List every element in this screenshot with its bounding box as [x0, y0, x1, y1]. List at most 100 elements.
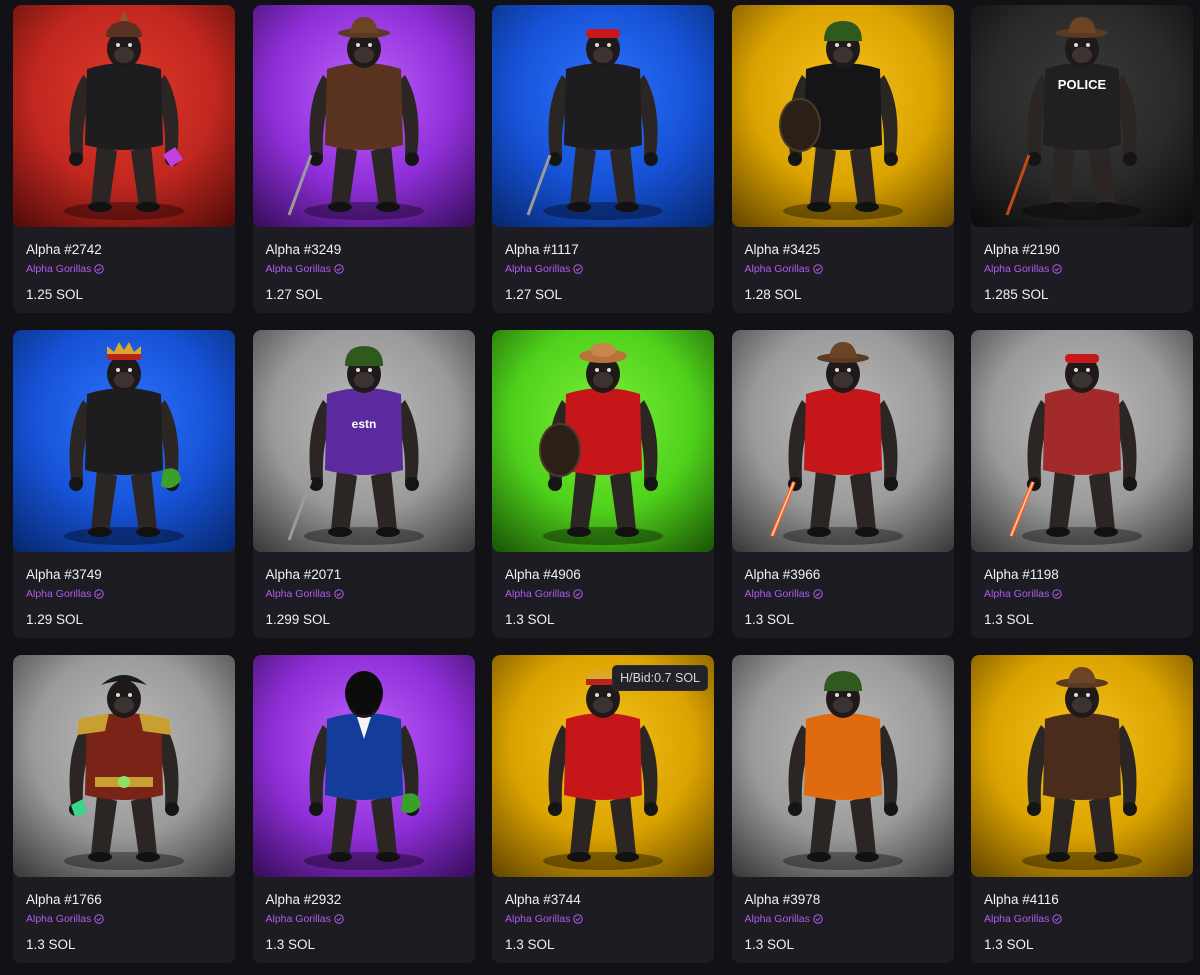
nft-price: 1.29 SOL	[26, 612, 84, 627]
nft-price: 1.299 SOL	[265, 612, 331, 627]
nft-image[interactable]	[252, 5, 475, 227]
verified-badge-icon	[334, 914, 344, 924]
nft-card[interactable]: Alpha #1198 Alpha Gorillas 1.3 SOL	[971, 330, 1193, 638]
nft-name: Alpha #4906	[505, 567, 581, 582]
collection-link[interactable]: Alpha Gorillas	[26, 912, 222, 926]
collection-link[interactable]: Alpha Gorillas	[26, 587, 222, 601]
collection-link[interactable]: Alpha Gorillas	[745, 912, 941, 926]
nft-card[interactable]: Alpha #3249 Alpha Gorillas 1.27 SOL	[252, 5, 475, 313]
nft-image[interactable]	[731, 655, 954, 877]
collection-name: Alpha Gorillas	[505, 913, 571, 925]
nft-image[interactable]	[971, 330, 1193, 552]
nft-image[interactable]	[252, 655, 475, 877]
nft-card[interactable]: estn Alpha #2071 Alpha Gorillas 1.299 SOL	[252, 330, 475, 638]
nft-card[interactable]: H/Bid:0.7 SOL Alpha #3744 Alpha Gorillas 1.…	[492, 655, 714, 963]
nft-info: Alpha #3749 Alpha Gorillas 1.29 SOL	[13, 552, 235, 627]
verified-badge-icon	[94, 264, 105, 274]
gorilla-illustration	[13, 5, 235, 227]
nft-name: Alpha #3249	[265, 242, 342, 257]
verified-badge-icon	[813, 264, 823, 274]
nft-image[interactable]: POLICE	[971, 5, 1193, 227]
nft-name: Alpha #3966	[744, 567, 821, 582]
svg-text:POLICE: POLICE	[1058, 77, 1107, 92]
gorilla-illustration	[13, 330, 235, 552]
collection-link[interactable]: Alpha Gorillas	[984, 587, 1180, 601]
gorilla-illustration	[492, 330, 714, 552]
nft-card[interactable]: Alpha #1117 Alpha Gorillas 1.27 SOL	[492, 5, 714, 313]
nft-price: 1.27 SOL	[505, 287, 563, 302]
collection-link[interactable]: Alpha Gorillas	[505, 912, 701, 926]
gorilla-illustration	[731, 655, 954, 877]
nft-price: 1.3 SOL	[744, 937, 795, 952]
nft-card[interactable]: Alpha #2742 Alpha Gorillas 1.25 SOL	[13, 5, 235, 313]
nft-info: Alpha #3249 Alpha Gorillas 1.27 SOL	[253, 227, 475, 302]
nft-card[interactable]: POLICE Alpha #2190 Alpha Gorillas 1.285 SOL	[971, 5, 1193, 313]
nft-card[interactable]: Alpha #2932 Alpha Gorillas 1.3 SOL	[252, 655, 475, 963]
nft-image[interactable]	[13, 5, 235, 227]
collection-link[interactable]: Alpha Gorillas	[266, 912, 462, 926]
nft-name: Alpha #2071	[265, 567, 342, 582]
collection-name: Alpha Gorillas	[265, 588, 331, 600]
collection-link[interactable]: Alpha Gorillas	[984, 912, 1180, 926]
gorilla-illustration	[971, 655, 1193, 877]
nft-name: Alpha #1117	[505, 242, 579, 257]
nft-price: 1.3 SOL	[744, 612, 795, 627]
nft-name: Alpha #3749	[26, 567, 102, 582]
collection-name: Alpha Gorillas	[984, 588, 1050, 600]
nft-price: 1.3 SOL	[265, 937, 316, 952]
collection-link[interactable]: Alpha Gorillas	[266, 262, 462, 276]
verified-badge-icon	[573, 264, 584, 274]
verified-badge-icon	[334, 264, 344, 274]
nft-image[interactable]	[731, 330, 954, 552]
verified-badge-icon	[813, 589, 823, 599]
verified-badge-icon	[1052, 264, 1063, 274]
highest-bid-tooltip: H/Bid:0.7 SOL	[612, 665, 708, 691]
nft-image[interactable]	[13, 655, 235, 877]
nft-card[interactable]: Alpha #3966 Alpha Gorillas 1.3 SOL	[731, 330, 954, 638]
collection-link[interactable]: Alpha Gorillas	[266, 587, 462, 601]
collection-link[interactable]: Alpha Gorillas	[505, 587, 701, 601]
nft-price: 1.3 SOL	[505, 612, 555, 627]
nft-name: Alpha #2742	[26, 242, 102, 257]
nft-card[interactable]: Alpha #3978 Alpha Gorillas 1.3 SOL	[731, 655, 954, 963]
gorilla-illustration: POLICE	[971, 5, 1193, 227]
nft-card[interactable]: Alpha #3425 Alpha Gorillas 1.28 SOL	[731, 5, 954, 313]
nft-info: Alpha #4906 Alpha Gorillas 1.3 SOL	[492, 552, 714, 627]
collection-name: Alpha Gorillas	[26, 588, 92, 600]
collection-link[interactable]: Alpha Gorillas	[505, 262, 701, 276]
verified-badge-icon	[573, 589, 584, 599]
nft-price: 1.3 SOL	[984, 937, 1034, 952]
nft-image[interactable]	[971, 655, 1193, 877]
nft-name: Alpha #4116	[984, 892, 1059, 907]
nft-price: 1.28 SOL	[744, 287, 802, 302]
gorilla-illustration	[13, 655, 235, 877]
nft-card[interactable]: Alpha #3749 Alpha Gorillas 1.29 SOL	[13, 330, 235, 638]
collection-name: Alpha Gorillas	[265, 263, 331, 275]
collection-link[interactable]: Alpha Gorillas	[26, 262, 222, 276]
collection-name: Alpha Gorillas	[744, 913, 810, 925]
nft-image[interactable]	[492, 330, 714, 552]
nft-card[interactable]: Alpha #4116 Alpha Gorillas 1.3 SOL	[971, 655, 1193, 963]
nft-card[interactable]: Alpha #4906 Alpha Gorillas 1.3 SOL	[492, 330, 714, 638]
nft-card[interactable]: Alpha #1766 Alpha Gorillas 1.3 SOL	[13, 655, 235, 963]
nft-image[interactable]: estn	[252, 330, 475, 552]
collection-link[interactable]: Alpha Gorillas	[745, 262, 941, 276]
nft-price: 1.3 SOL	[26, 937, 76, 952]
nft-image[interactable]	[13, 330, 235, 552]
nft-info: Alpha #3978 Alpha Gorillas 1.3 SOL	[732, 877, 954, 952]
nft-info: Alpha #1766 Alpha Gorillas 1.3 SOL	[13, 877, 235, 952]
collection-link[interactable]: Alpha Gorillas	[984, 262, 1180, 276]
nft-image[interactable]	[492, 5, 714, 227]
nft-image[interactable]	[731, 5, 954, 227]
gorilla-illustration	[252, 5, 475, 227]
nft-info: Alpha #3744 Alpha Gorillas 1.3 SOL	[492, 877, 714, 952]
nft-name: Alpha #1766	[26, 892, 102, 907]
nft-info: Alpha #2071 Alpha Gorillas 1.299 SOL	[253, 552, 475, 627]
verified-badge-icon	[334, 589, 344, 599]
nft-info: Alpha #1117 Alpha Gorillas 1.27 SOL	[492, 227, 714, 302]
nft-name: Alpha #2932	[265, 892, 342, 907]
nft-info: Alpha #4116 Alpha Gorillas 1.3 SOL	[971, 877, 1193, 952]
collection-link[interactable]: Alpha Gorillas	[745, 587, 941, 601]
nft-price: 1.3 SOL	[505, 937, 555, 952]
nft-info: Alpha #2190 Alpha Gorillas 1.285 SOL	[971, 227, 1193, 302]
